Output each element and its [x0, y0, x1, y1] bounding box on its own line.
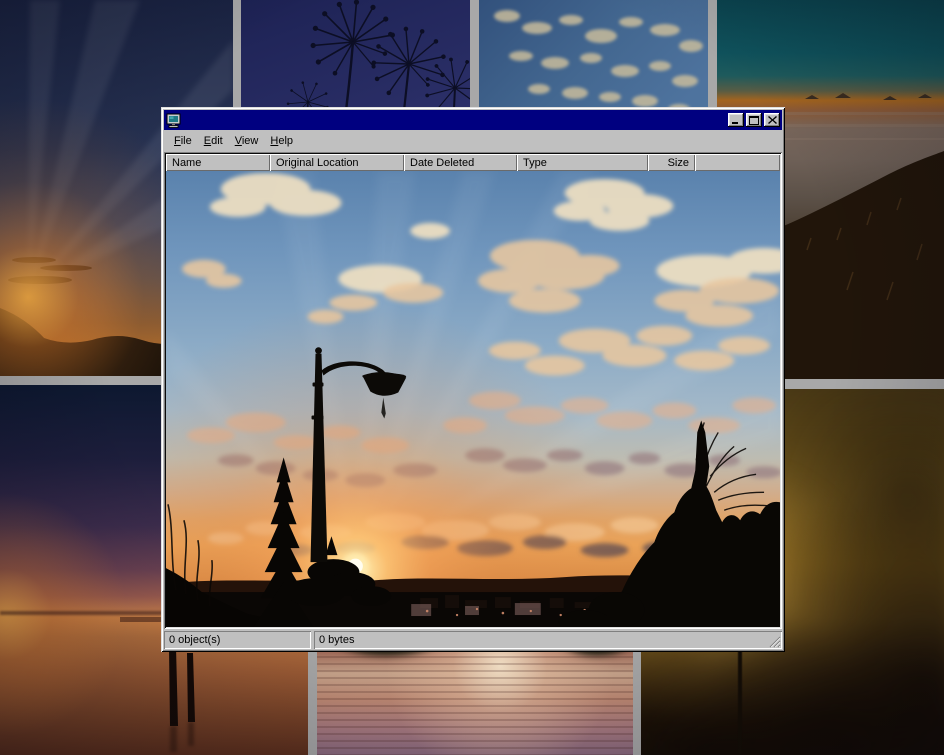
close-button[interactable]	[764, 113, 780, 127]
desktop: File Edit View Help Name Original Locati…	[0, 0, 944, 755]
column-header-original-location[interactable]: Original Location	[270, 154, 404, 171]
column-header-date-deleted[interactable]: Date Deleted	[404, 154, 517, 171]
status-bytes-label: 0 bytes	[319, 634, 354, 646]
computer-icon	[166, 113, 182, 128]
column-header-type[interactable]: Type	[517, 154, 648, 171]
status-panel-bytes: 0 bytes	[314, 631, 782, 649]
menu-help-label: Help	[270, 135, 293, 147]
column-header-size[interactable]: Size	[648, 154, 695, 171]
menu-file-label: File	[174, 135, 192, 147]
column-label: Name	[172, 157, 201, 169]
window-content-photo	[166, 171, 780, 627]
column-label: Original Location	[276, 157, 359, 169]
status-objects-label: 0 object(s)	[169, 634, 220, 646]
sunset-streetlamp-photo	[166, 171, 780, 627]
menu-view[interactable]: View	[229, 133, 265, 149]
close-icon	[768, 116, 777, 124]
column-header-name[interactable]: Name	[166, 154, 270, 171]
menu-view-label: View	[235, 135, 259, 147]
recycle-bin-window: File Edit View Help Name Original Locati…	[161, 107, 785, 652]
pole-silhouette	[738, 646, 742, 755]
minimize-button[interactable]	[728, 113, 744, 127]
menu-bar: File Edit View Help	[164, 130, 782, 151]
resize-grip[interactable]	[768, 635, 781, 648]
window-controls	[726, 113, 780, 127]
column-label: Date Deleted	[410, 157, 474, 169]
menu-file[interactable]: File	[168, 133, 198, 149]
menu-edit-label: Edit	[204, 135, 223, 147]
column-label: Type	[523, 157, 547, 169]
column-header-filler	[695, 154, 780, 171]
status-panel-objects: 0 object(s)	[164, 631, 311, 649]
status-bar: 0 object(s) 0 bytes	[164, 631, 782, 649]
file-list-area: Name Original Location Date Deleted Type…	[164, 152, 782, 629]
maximize-button[interactable]	[746, 113, 762, 127]
window-titlebar[interactable]	[164, 110, 782, 130]
column-label: Size	[668, 157, 689, 169]
column-header-row: Name Original Location Date Deleted Type…	[166, 154, 780, 171]
maximize-icon	[749, 116, 759, 125]
minimize-icon	[731, 116, 741, 125]
menu-edit[interactable]: Edit	[198, 133, 229, 149]
menu-help[interactable]: Help	[264, 133, 299, 149]
